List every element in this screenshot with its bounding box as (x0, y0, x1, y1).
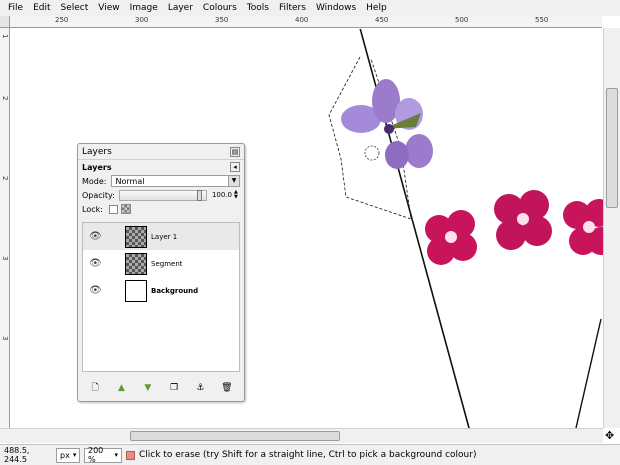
ruler-label: 450 (375, 16, 389, 24)
tab-menu-icon[interactable]: ◂ (230, 162, 240, 172)
layer-thumbnail (125, 279, 147, 302)
ruler-label: 3 (1, 256, 9, 261)
layer-thumbnail (125, 252, 147, 275)
menu-windows[interactable]: Windows (311, 0, 361, 16)
status-bar: 488.5, 244.5 px ▾ 200 % ▾ Click to erase… (0, 444, 620, 465)
opacity-value[interactable]: 100.0 (210, 191, 232, 199)
layer-list: 👁 Layer 1 👁 Segment 👁 Background (82, 222, 240, 372)
ruler-label: 500 (455, 16, 469, 24)
menu-tools[interactable]: Tools (242, 0, 274, 16)
eraser-icon (126, 450, 135, 460)
opacity-slider-handle[interactable] (197, 189, 202, 201)
opacity-spin-icon[interactable]: ▲ ▼ (234, 190, 240, 200)
ruler-label: 300 (135, 16, 149, 24)
ruler-label: 550 (535, 16, 549, 24)
ruler-label: 400 (295, 16, 309, 24)
menu-edit[interactable]: Edit (28, 0, 55, 16)
lower-layer-icon[interactable]: ▼ (141, 383, 155, 393)
ruler-label: 350 (215, 16, 229, 24)
layer-name[interactable]: Background (151, 287, 198, 295)
unit-selector[interactable]: px ▾ (56, 447, 80, 463)
zoom-selector[interactable]: 200 % ▾ (84, 446, 122, 464)
layer-row[interactable]: 👁 Segment (83, 250, 239, 277)
brush-outline (364, 145, 380, 161)
anchor-icon[interactable]: ⚓ (193, 383, 207, 393)
ruler-corner[interactable] (0, 16, 10, 28)
duplicate-layer-icon[interactable]: ❐ (167, 383, 181, 393)
menu-select[interactable]: Select (56, 0, 94, 16)
violet-flower (341, 79, 433, 169)
ruler-label: 1 (1, 34, 9, 39)
lock-alpha-icon[interactable] (120, 204, 131, 214)
horizontal-scroll-thumb[interactable] (130, 431, 340, 441)
unit-value: px (60, 450, 70, 460)
menu-layer[interactable]: Layer (163, 0, 198, 16)
tab-label-layers: Layers (82, 162, 112, 172)
layer-thumbnail (125, 225, 147, 248)
pointer-coordinates: 488.5, 244.5 (4, 446, 30, 464)
ruler-label: 2 (1, 176, 9, 181)
lock-label: Lock: (82, 204, 103, 214)
mode-value: Normal (115, 176, 145, 186)
mode-label: Mode: (82, 176, 107, 186)
menu-colours[interactable]: Colours (198, 0, 242, 16)
segment-line (575, 318, 602, 429)
menu-filters[interactable]: Filters (274, 0, 311, 16)
horizontal-ruler[interactable]: 250 300 350 400 450 500 550 (10, 16, 602, 28)
layer-name[interactable]: Segment (151, 260, 183, 268)
layers-dock: Layers ▤ Layers ◂ Mode: Normal ▼ Opacity… (77, 143, 245, 402)
new-layer-icon[interactable]: 🗋 (88, 380, 102, 396)
lock-pixels-checkbox[interactable] (108, 204, 118, 214)
menu-help[interactable]: Help (361, 0, 392, 16)
opacity-slider[interactable] (118, 189, 207, 201)
raise-layer-icon[interactable]: ▲ (114, 383, 128, 393)
zoom-value: 200 % (88, 446, 104, 464)
menu-view[interactable]: View (93, 0, 124, 16)
layer-row[interactable]: 👁 Background (83, 277, 239, 304)
chevron-down-icon: ▾ (114, 451, 118, 459)
layer-name[interactable]: Layer 1 (151, 233, 177, 241)
vertical-scrollbar[interactable] (603, 28, 620, 428)
status-message: Click to erase (try Shift for a straight… (139, 450, 477, 460)
dock-title: Layers (82, 146, 112, 157)
vertical-ruler[interactable]: 1 2 2 3 3 (0, 28, 10, 428)
navigate-icon[interactable]: ✥ (605, 429, 614, 442)
menu-bar: File Edit Select View Image Layer Colour… (0, 0, 620, 16)
opacity-label: Opacity: (82, 190, 115, 200)
pink-flower (563, 199, 615, 255)
pink-flower (494, 190, 552, 250)
layer-actions-bar: 🗋 ▲ ▼ ❐ ⚓ 🗑 (82, 381, 240, 395)
menu-file[interactable]: File (3, 0, 28, 16)
delete-icon[interactable]: 🗑 (220, 383, 234, 393)
ruler-label: 2 (1, 96, 9, 101)
pink-flower (425, 210, 477, 265)
eye-icon[interactable]: 👁 (89, 258, 103, 269)
selection-marquee (328, 56, 412, 220)
horizontal-scrollbar[interactable] (0, 428, 603, 443)
layer-row[interactable]: 👁 Layer 1 (83, 223, 239, 250)
vertical-scroll-thumb[interactable] (606, 88, 618, 208)
mode-select[interactable]: Normal ▼ (110, 175, 240, 187)
dock-title-bar[interactable]: Layers ▤ (78, 144, 244, 160)
dock-config-icon[interactable]: ▤ (230, 146, 240, 157)
menu-image[interactable]: Image (125, 0, 163, 16)
chevron-down-icon: ▼ (228, 176, 239, 186)
ruler-label: 3 (1, 336, 9, 341)
chevron-down-icon: ▾ (72, 451, 77, 459)
eye-icon[interactable]: 👁 (89, 231, 103, 242)
ruler-label: 250 (55, 16, 69, 24)
eye-icon[interactable]: 👁 (89, 285, 103, 296)
